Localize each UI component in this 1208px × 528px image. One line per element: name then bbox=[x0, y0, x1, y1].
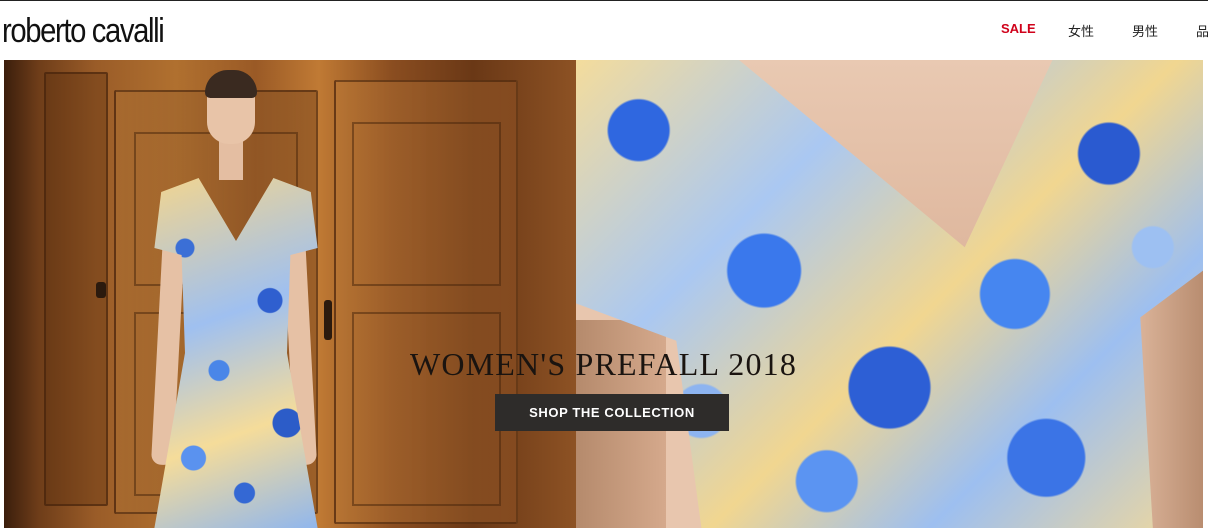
shop-collection-button[interactable]: SHOP THE COLLECTION bbox=[495, 394, 729, 431]
nav-item-men[interactable]: 男性 bbox=[1132, 21, 1158, 40]
hero-overlay: WOMEN'S PREFALL 2018 SHOP THE COLLECTION bbox=[4, 60, 1203, 528]
nav-item-women[interactable]: 女性 bbox=[1068, 21, 1094, 40]
nav-item-sale[interactable]: SALE bbox=[1001, 21, 1036, 36]
brand-logo[interactable]: roberto cavalli bbox=[2, 11, 165, 51]
hero-headline: WOMEN'S PREFALL 2018 bbox=[409, 346, 798, 382]
hero-banner[interactable]: WOMEN'S PREFALL 2018 SHOP THE COLLECTION bbox=[4, 60, 1203, 528]
nav-item-brand[interactable]: 品 bbox=[1196, 21, 1208, 40]
site-header: roberto cavalli SALE 女性 男性 品 bbox=[0, 1, 1208, 60]
